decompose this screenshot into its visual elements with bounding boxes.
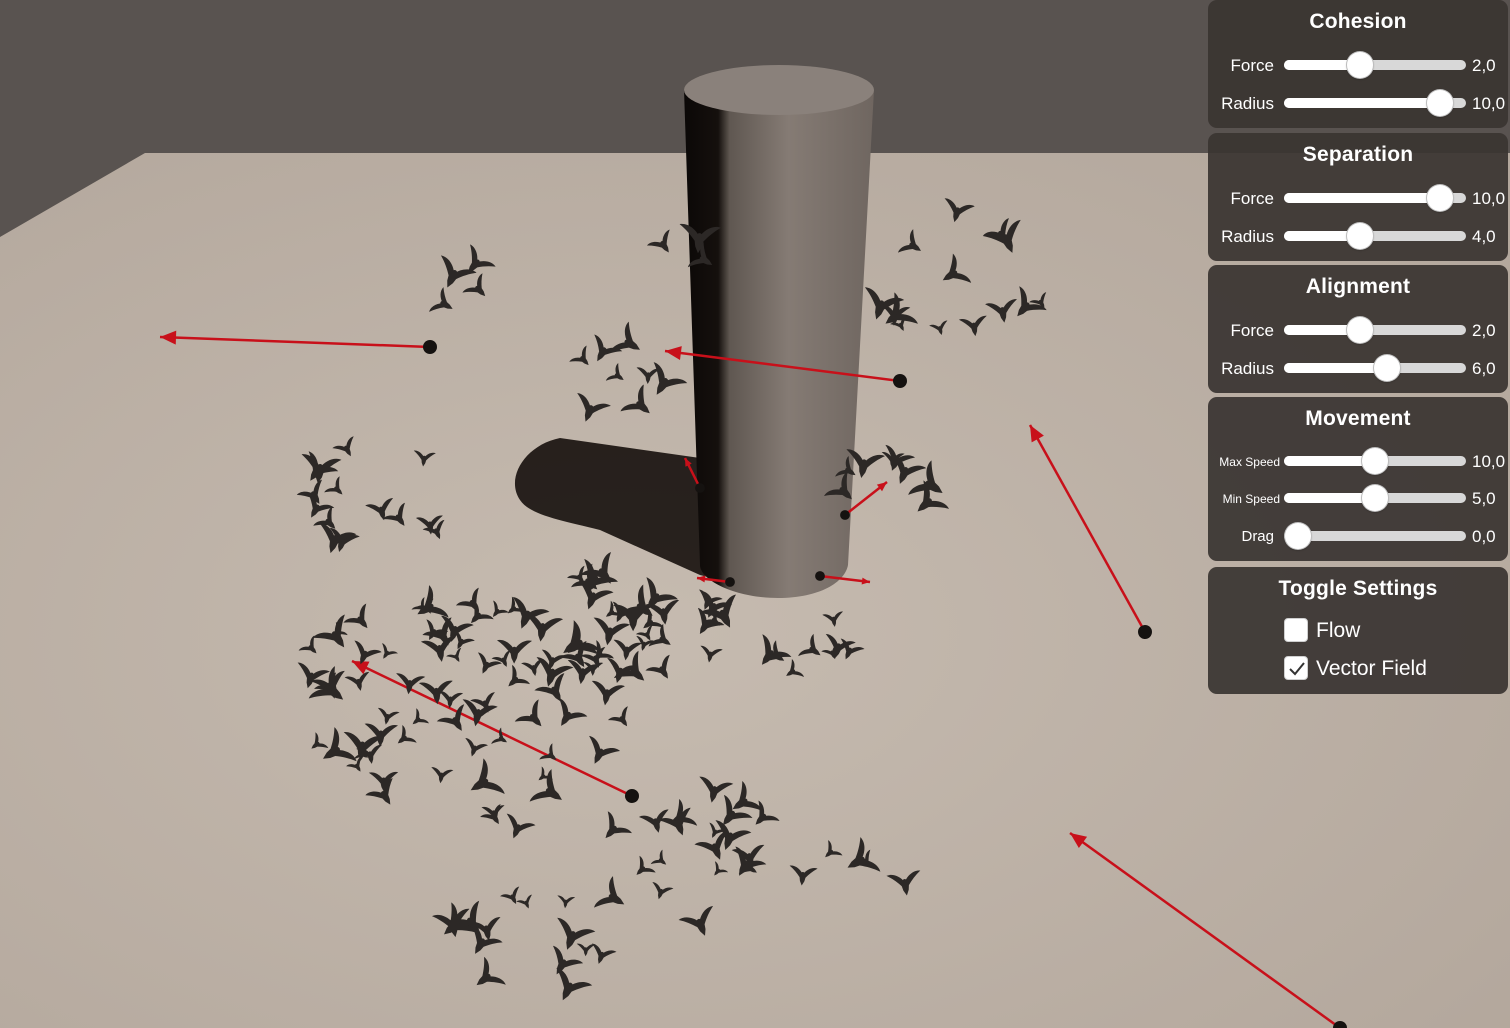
checkmark-icon bbox=[1289, 662, 1305, 676]
separation-force-slider[interactable] bbox=[1284, 185, 1466, 211]
toggle-settings-group: Toggle Settings Flow Vector Field bbox=[1208, 567, 1508, 694]
slider-handle[interactable] bbox=[1362, 485, 1388, 511]
alignment-radius-row: Radius 6,0 bbox=[1208, 352, 1508, 384]
alignment-title: Alignment bbox=[1305, 275, 1411, 298]
max-speed-value: 10,0 bbox=[1472, 452, 1506, 471]
separation-title: Separation bbox=[1302, 143, 1414, 166]
alignment-group: Alignment Force 2,0 Radius 6,0 bbox=[1208, 265, 1508, 393]
slider-handle[interactable] bbox=[1346, 317, 1373, 343]
drag-label: Drag bbox=[1241, 528, 1274, 545]
slider-fill bbox=[1284, 363, 1388, 373]
cohesion-force-slider[interactable] bbox=[1284, 52, 1466, 78]
slider-fill bbox=[1284, 193, 1440, 203]
alignment-force-row: Force 2,0 bbox=[1208, 314, 1508, 346]
separation-force-label: Force bbox=[1230, 189, 1274, 208]
slider-track bbox=[1284, 531, 1466, 541]
slider-handle[interactable] bbox=[1374, 355, 1401, 381]
cohesion-radius-label: Radius bbox=[1221, 94, 1274, 113]
min-speed-row: Min Speed 5,0 bbox=[1208, 482, 1508, 514]
slider-handle[interactable] bbox=[1362, 448, 1388, 474]
slider-handle[interactable] bbox=[1346, 223, 1373, 249]
alignment-force-value: 2,0 bbox=[1472, 321, 1496, 340]
slider-handle[interactable] bbox=[1426, 90, 1453, 116]
slider-handle[interactable] bbox=[1346, 52, 1373, 78]
separation-group: Separation Force 10,0 Radius 4,0 bbox=[1208, 133, 1508, 261]
alignment-radius-value: 6,0 bbox=[1472, 359, 1496, 378]
cohesion-radius-row: Radius 10,0 bbox=[1208, 87, 1508, 119]
separation-radius-row: Radius 4,0 bbox=[1208, 220, 1508, 252]
vector-field-checkbox[interactable] bbox=[1284, 656, 1308, 680]
max-speed-label: Max Speed bbox=[1219, 455, 1280, 469]
vector-field-label: Vector Field bbox=[1316, 657, 1427, 680]
vector-field-toggle[interactable]: Vector Field bbox=[1284, 656, 1484, 684]
separation-force-row: Force 10,0 bbox=[1208, 182, 1508, 214]
toggle-settings-title: Toggle Settings bbox=[1278, 577, 1438, 600]
slider-fill bbox=[1284, 98, 1440, 108]
flow-toggle[interactable]: Flow bbox=[1284, 618, 1484, 646]
cohesion-group: Cohesion Force 2,0 Radius 10,0 bbox=[1208, 0, 1508, 128]
alignment-force-label: Force bbox=[1230, 321, 1274, 340]
cohesion-force-row: Force 2,0 bbox=[1208, 49, 1508, 81]
slider-handle[interactable] bbox=[1426, 185, 1453, 211]
cohesion-force-label: Force bbox=[1230, 56, 1274, 75]
alignment-force-slider[interactable] bbox=[1284, 317, 1466, 343]
cohesion-title: Cohesion bbox=[1309, 10, 1407, 33]
cohesion-force-value: 2,0 bbox=[1472, 56, 1496, 75]
min-speed-label: Min Speed bbox=[1222, 492, 1280, 506]
simulation-viewport[interactable]: Cohesion Force 2,0 Radius 10,0 Separatio… bbox=[0, 0, 1510, 1028]
min-speed-value: 5,0 bbox=[1472, 489, 1496, 508]
cohesion-radius-slider[interactable] bbox=[1284, 90, 1466, 116]
max-speed-row: Max Speed 10,0 bbox=[1208, 445, 1508, 477]
drag-row: Drag 0,0 bbox=[1208, 520, 1508, 552]
alignment-radius-slider[interactable] bbox=[1284, 355, 1466, 381]
min-speed-slider[interactable] bbox=[1284, 485, 1466, 511]
cohesion-radius-value: 10,0 bbox=[1472, 94, 1506, 113]
separation-radius-value: 4,0 bbox=[1472, 227, 1496, 246]
flow-label: Flow bbox=[1316, 619, 1361, 642]
movement-title: Movement bbox=[1305, 407, 1411, 430]
max-speed-slider[interactable] bbox=[1284, 448, 1466, 474]
flow-checkbox[interactable] bbox=[1284, 618, 1308, 642]
drag-value: 0,0 bbox=[1472, 527, 1496, 546]
separation-force-value: 10,0 bbox=[1472, 189, 1506, 208]
alignment-radius-label: Radius bbox=[1221, 359, 1274, 378]
slider-handle[interactable] bbox=[1285, 523, 1311, 549]
movement-group: Movement Max Speed 10,0 Min Speed 5,0 Dr… bbox=[1208, 397, 1508, 561]
separation-radius-label: Radius bbox=[1221, 227, 1274, 246]
drag-slider[interactable] bbox=[1284, 523, 1466, 549]
separation-radius-slider[interactable] bbox=[1284, 223, 1466, 249]
